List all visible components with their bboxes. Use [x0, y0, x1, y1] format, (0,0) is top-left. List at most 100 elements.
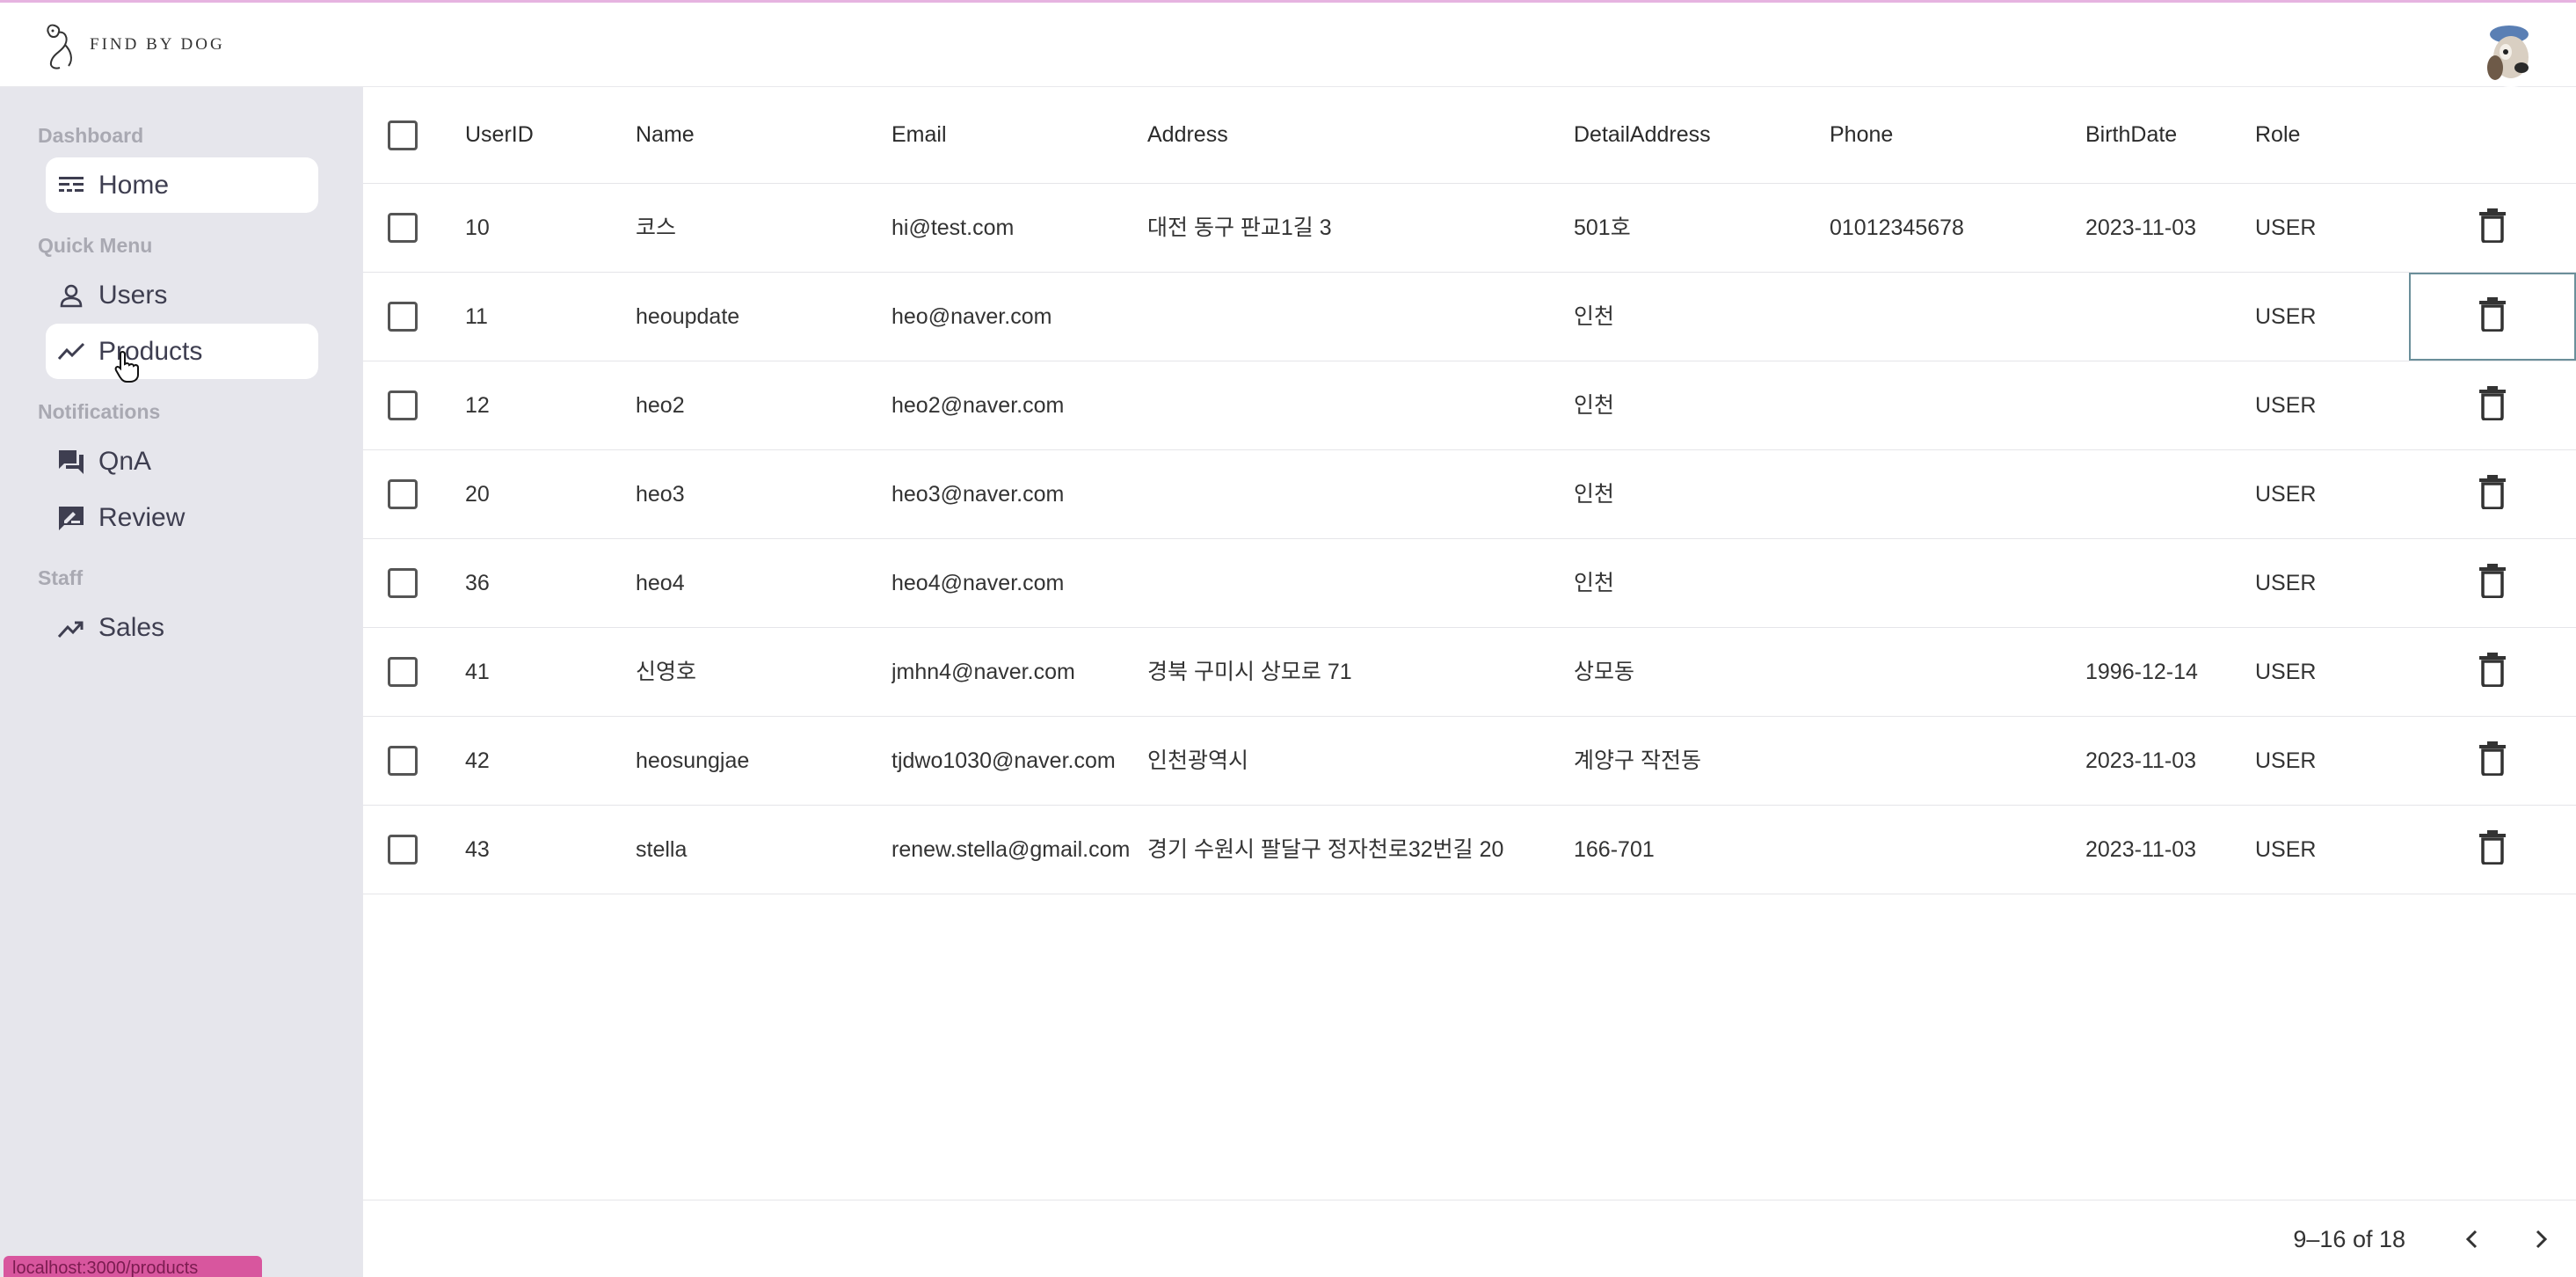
- rate-review-icon: [56, 503, 86, 533]
- column-header-address[interactable]: Address: [1147, 87, 1561, 183]
- delete-button[interactable]: [2409, 717, 2576, 805]
- cell-role-text: USER: [2255, 481, 2317, 507]
- cell-birthdate-text: 2023-11-03: [2085, 215, 2197, 240]
- cell-userid-text: 42: [465, 748, 490, 773]
- cell-detailaddress: 계양구 작전동: [1574, 717, 1820, 805]
- cell-phone: [1830, 806, 2085, 894]
- previous-page-button[interactable]: [2453, 1220, 2492, 1259]
- column-header-birthdate[interactable]: BirthDate: [2085, 87, 2244, 183]
- cell-name: heo4: [636, 539, 882, 627]
- cell-name-text: stella: [636, 836, 688, 862]
- cell-role: USER: [2255, 184, 2387, 272]
- cell-phone: [1830, 717, 2085, 805]
- cell-email-text: jmhn4@naver.com: [891, 659, 1075, 684]
- sidebar-item-label: QnA: [98, 446, 152, 476]
- cell-detailaddress-text: 인천: [1574, 481, 1615, 507]
- cell-birthdate: 1996-12-14: [2085, 628, 2244, 716]
- cell-email: jmhn4@naver.com: [891, 628, 1129, 716]
- select-all-checkbox[interactable]: [388, 120, 418, 150]
- table-row[interactable]: 12 heo2 heo2@naver.com 인천 USER: [363, 361, 2576, 450]
- dog-logo-icon: [47, 24, 72, 69]
- next-page-button[interactable]: [2521, 1220, 2560, 1259]
- cell-role: USER: [2255, 717, 2387, 805]
- sidebar-item-users[interactable]: Users: [46, 267, 318, 323]
- cell-email-text: hi@test.com: [891, 215, 1015, 240]
- column-header-name[interactable]: Name: [636, 87, 882, 183]
- avatar-image: [2476, 17, 2546, 87]
- sidebar-item-review[interactable]: Review: [46, 490, 318, 545]
- table-row[interactable]: 42 heosungjae tjdwo1030@naver.com 인천광역시 계양구 …: [363, 717, 2576, 806]
- cell-userid: 20: [465, 450, 615, 538]
- brand-logo[interactable]: FIND BY DOG: [42, 17, 225, 73]
- cell-name: heoupdate: [636, 273, 882, 361]
- row-checkbox[interactable]: [388, 835, 418, 865]
- delete-button[interactable]: [2409, 450, 2576, 538]
- delete-button[interactable]: [2409, 539, 2576, 627]
- delete-icon: [2479, 741, 2506, 777]
- column-header-detailaddress[interactable]: DetailAddress: [1574, 87, 1820, 183]
- cell-name: heosungjae: [636, 717, 882, 805]
- cell-birthdate: 2023-11-03: [2085, 717, 2244, 805]
- cell-address: [1147, 273, 1561, 361]
- column-header-email[interactable]: Email: [891, 87, 1129, 183]
- row-checkbox[interactable]: [388, 302, 418, 332]
- table-row[interactable]: 11 heoupdate heo@naver.com 인천 USER: [363, 273, 2576, 361]
- brand-name: FIND BY DOG: [90, 35, 225, 54]
- cell-email-text: heo@naver.com: [891, 303, 1052, 329]
- delete-button[interactable]: [2409, 273, 2576, 361]
- row-checkbox[interactable]: [388, 568, 418, 598]
- cell-detailaddress-text: 계양구 작전동: [1574, 748, 1701, 773]
- section-title-notifications: Notifications: [38, 400, 161, 423]
- sidebar-item-products[interactable]: Products: [46, 324, 318, 379]
- delete-button[interactable]: [2409, 361, 2576, 449]
- delete-icon: [2479, 474, 2506, 510]
- row-checkbox[interactable]: [388, 479, 418, 509]
- delete-icon: [2479, 563, 2506, 599]
- delete-button[interactable]: [2409, 184, 2576, 272]
- cell-email-text: heo2@naver.com: [891, 392, 1065, 418]
- delete-icon: [2479, 208, 2506, 244]
- cell-userid: 42: [465, 717, 615, 805]
- cell-userid-text: 11: [465, 303, 488, 329]
- column-header-userid[interactable]: UserID: [465, 87, 615, 183]
- delete-button[interactable]: [2409, 628, 2576, 716]
- row-checkbox[interactable]: [388, 657, 418, 687]
- row-checkbox[interactable]: [388, 746, 418, 776]
- delete-button[interactable]: [2409, 806, 2576, 894]
- cell-phone: [1830, 361, 2085, 449]
- cell-role: USER: [2255, 361, 2387, 449]
- user-avatar[interactable]: [2476, 17, 2546, 87]
- cell-phone: 01012345678: [1830, 184, 2085, 272]
- cell-userid-text: 20: [465, 481, 490, 507]
- status-url: localhost:3000/products: [4, 1256, 262, 1277]
- cell-detailaddress: 인천: [1574, 361, 1820, 449]
- table-row[interactable]: 36 heo4 heo4@naver.com 인천 USER: [363, 539, 2576, 628]
- sidebar-item-sales[interactable]: Sales: [46, 600, 318, 655]
- table-row[interactable]: 43 stella renew.stella@gmail.com 경기 수원시 팔달구…: [363, 806, 2576, 894]
- delete-icon: [2479, 829, 2506, 865]
- cell-role-text: USER: [2255, 659, 2317, 684]
- chevron-right-icon: [2536, 1230, 2548, 1249]
- sidebar-item-label: Home: [98, 170, 170, 200]
- cell-phone: [1830, 450, 2085, 538]
- column-header-phone[interactable]: Phone: [1830, 87, 2085, 183]
- cell-phone: [1830, 628, 2085, 716]
- table-row[interactable]: 10 코스 hi@test.com 대전 동구 판교1길 3 501호 010123456…: [363, 184, 2576, 273]
- cell-email: renew.stella@gmail.com: [891, 806, 1129, 894]
- cell-email: heo@naver.com: [891, 273, 1129, 361]
- pagination-label: 9–16 of 18: [2293, 1225, 2405, 1252]
- cell-role: USER: [2255, 539, 2387, 627]
- cell-phone: [1830, 273, 2085, 361]
- table-row[interactable]: 41 신영호 jmhn4@naver.com 경북 구미시 상모로 71 상모동 1996…: [363, 628, 2576, 717]
- row-checkbox[interactable]: [388, 390, 418, 420]
- cell-userid: 10: [465, 184, 615, 272]
- cell-detailaddress: 인천: [1574, 539, 1820, 627]
- sidebar-item-home[interactable]: Home: [46, 157, 318, 213]
- cell-address-text: 경북 구미시 상모로 71: [1147, 659, 1352, 684]
- table-row[interactable]: 20 heo3 heo3@naver.com 인천 USER: [363, 450, 2576, 539]
- column-header-role[interactable]: Role: [2255, 87, 2387, 183]
- sidebar-item-qna[interactable]: QnA: [46, 434, 318, 489]
- row-checkbox[interactable]: [388, 213, 418, 243]
- cell-email-text: heo3@naver.com: [891, 481, 1065, 507]
- user-icon: [56, 281, 86, 310]
